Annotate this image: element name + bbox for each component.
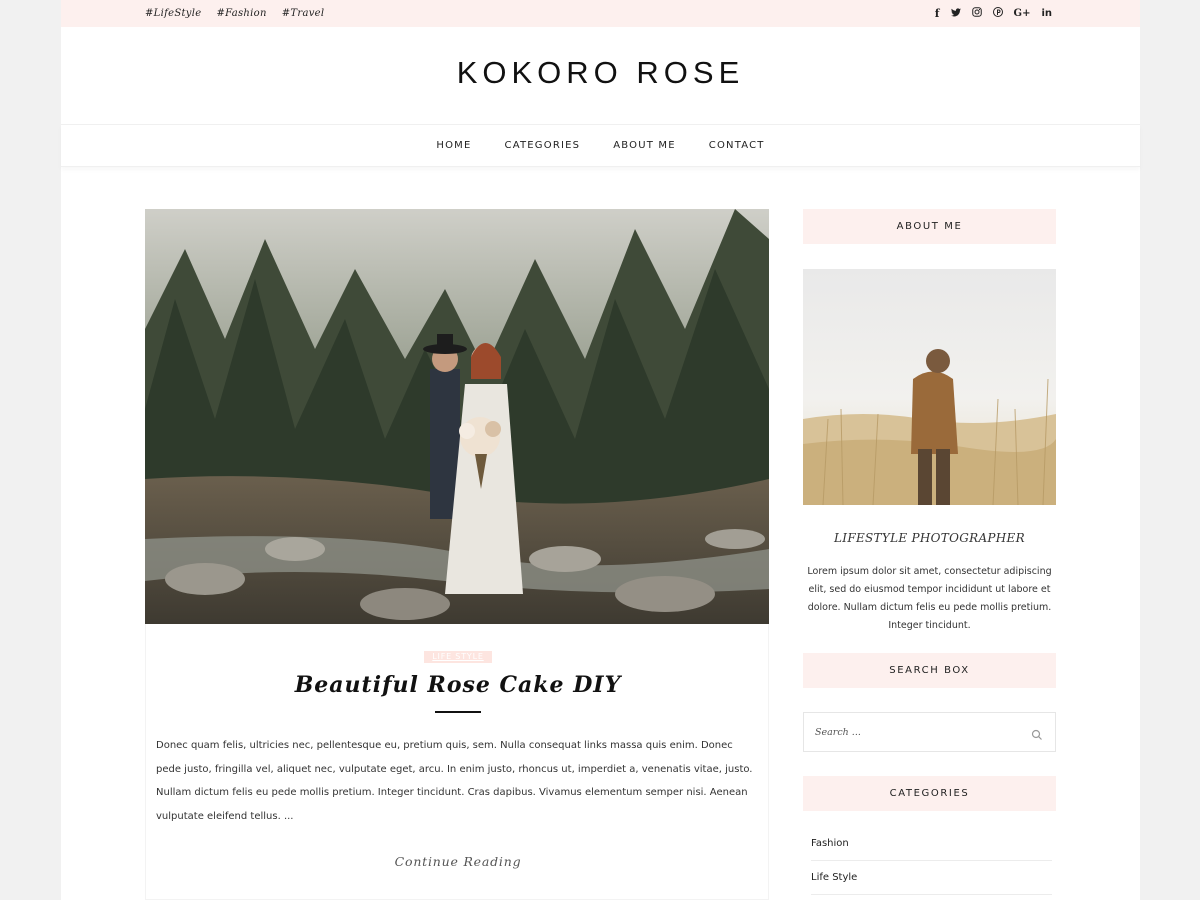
- main-nav: HOME CATEGORIES ABOUT ME CONTACT: [61, 124, 1140, 167]
- title-divider: [435, 711, 481, 713]
- nav-about-me[interactable]: ABOUT ME: [613, 140, 676, 151]
- tag-fashion[interactable]: #Fashion: [216, 8, 266, 19]
- tag-links: #LifeStyle #Fashion #Travel: [145, 0, 324, 27]
- search-box: [803, 712, 1056, 752]
- site-title[interactable]: KOKORO ROSE: [61, 55, 1140, 91]
- category-item-life-style[interactable]: Life Style: [811, 861, 1052, 895]
- page: #LifeStyle #Fashion #Travel f G+ in KOKO…: [61, 0, 1140, 900]
- search-widget-title: SEARCH BOX: [803, 653, 1056, 688]
- social-links: f G+ in: [935, 0, 1052, 27]
- post-title[interactable]: Beautiful Rose Cake DIY: [146, 672, 770, 698]
- pinterest-icon[interactable]: [992, 7, 1003, 20]
- post-card: LIFE STYLE Beautiful Rose Cake DIY Donec…: [145, 624, 769, 900]
- about-photo: [803, 269, 1056, 505]
- nav-home[interactable]: HOME: [436, 140, 471, 151]
- about-subtitle: LIFESTYLE PHOTOGRAPHER: [834, 531, 1025, 545]
- categories-widget-title: CATEGORIES: [803, 776, 1056, 811]
- instagram-icon[interactable]: [971, 7, 982, 20]
- about-widget-title: ABOUT ME: [803, 209, 1056, 244]
- post-excerpt: Donec quam felis, ultricies nec, pellent…: [156, 740, 753, 822]
- search-input[interactable]: [804, 713, 1024, 751]
- facebook-icon[interactable]: f: [935, 8, 940, 19]
- about-text: Lorem ipsum dolor sit amet, consectetur …: [807, 566, 1052, 631]
- post-featured-image[interactable]: [145, 209, 769, 624]
- category-item-fashion[interactable]: Fashion: [811, 827, 1052, 861]
- nav-categories[interactable]: CATEGORIES: [505, 140, 581, 151]
- linkedin-icon[interactable]: in: [1041, 8, 1052, 19]
- categories-list: Fashion Life Style: [811, 827, 1052, 895]
- twitter-icon[interactable]: [950, 7, 961, 20]
- tag-lifestyle[interactable]: #LifeStyle: [145, 8, 201, 19]
- nav-contact[interactable]: CONTACT: [709, 140, 765, 151]
- post-category-badge[interactable]: LIFE STYLE: [424, 651, 492, 663]
- google-plus-icon[interactable]: G+: [1014, 8, 1031, 19]
- search-icon[interactable]: [1031, 726, 1043, 740]
- tag-travel[interactable]: #Travel: [282, 8, 325, 19]
- top-bar: #LifeStyle #Fashion #Travel f G+ in: [61, 0, 1140, 27]
- continue-reading-link[interactable]: Continue Reading: [146, 854, 770, 869]
